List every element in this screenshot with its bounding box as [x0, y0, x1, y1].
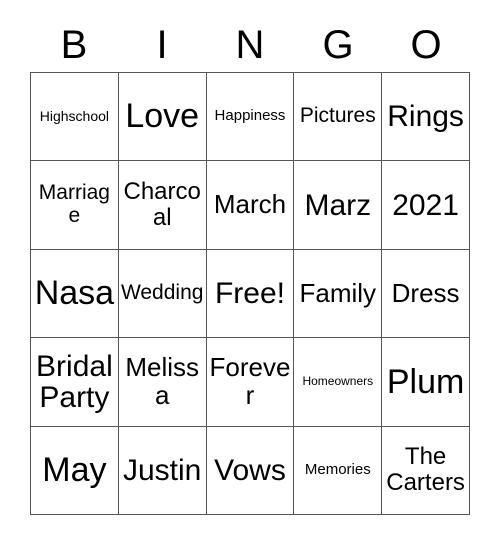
- bingo-cell[interactable]: Family: [294, 249, 383, 339]
- bingo-cell[interactable]: Justin: [118, 426, 207, 515]
- bingo-cell-label: Free!: [214, 276, 285, 310]
- bingo-cell[interactable]: Nasa: [31, 249, 119, 339]
- bingo-grid: Highschool Love Happiness Pictures Rings Marr…: [30, 72, 470, 515]
- bingo-cell-label: 2021: [392, 188, 459, 222]
- bingo-cell[interactable]: Marz: [294, 161, 383, 250]
- bingo-cell[interactable]: Marriage: [31, 161, 119, 250]
- bingo-cell-label: The Carters: [386, 443, 465, 497]
- bingo-cell-label: Nasa: [34, 274, 115, 313]
- bingo-cell-label: Bridal Party: [36, 349, 113, 414]
- bingo-cell-label: Justin: [123, 453, 202, 487]
- header-letter-n: N: [235, 23, 265, 67]
- bingo-cell-label: Wedding: [120, 281, 204, 305]
- header-letter-g: G: [322, 23, 354, 67]
- bingo-cell-label: Memories: [304, 461, 371, 479]
- bingo-cell-label: Happiness: [214, 107, 286, 125]
- bingo-cell[interactable]: Plum: [382, 338, 470, 427]
- bingo-cell[interactable]: Homeowners: [294, 338, 383, 427]
- bingo-cell-label: Homeowners: [302, 374, 374, 389]
- bingo-cell[interactable]: Melissa: [118, 338, 207, 427]
- bingo-header: B I N G O: [30, 18, 470, 72]
- header-letter-o: O: [410, 23, 442, 67]
- bingo-cell-label: Dress: [391, 277, 460, 308]
- bingo-cell-label: Plum: [386, 362, 465, 401]
- header-letter-i: I: [156, 23, 168, 67]
- bingo-card: B I N G O Highschool Love Happiness Picture…: [0, 0, 500, 544]
- bingo-cell[interactable]: Dress: [382, 249, 470, 339]
- header-letter-b: B: [60, 23, 88, 67]
- bingo-cell[interactable]: Charcoal: [118, 161, 207, 250]
- bingo-cell-label: Marz: [304, 188, 372, 222]
- bingo-cell[interactable]: Happiness: [206, 73, 295, 162]
- bingo-cell[interactable]: 2021: [382, 161, 470, 250]
- bingo-cell[interactable]: Memories: [294, 426, 383, 515]
- bingo-cell-label: Love: [125, 97, 200, 136]
- bingo-cell[interactable]: Pictures: [294, 73, 383, 162]
- bingo-cell[interactable]: Bridal Party: [31, 338, 119, 427]
- bingo-cell[interactable]: Love: [118, 73, 207, 162]
- bingo-cell-label: Rings: [387, 100, 464, 134]
- bingo-cell-label: Family: [299, 277, 377, 308]
- bingo-cell-label: Charcoal: [123, 178, 201, 232]
- bingo-cell[interactable]: Wedding: [118, 249, 207, 339]
- bingo-cell[interactable]: Highschool: [31, 73, 119, 162]
- bingo-cell[interactable]: May: [31, 426, 119, 515]
- bingo-cell-label: Forever: [209, 352, 291, 410]
- bingo-cell-label: March: [213, 189, 287, 220]
- bingo-cell-label: Pictures: [299, 104, 376, 128]
- bingo-cell[interactable]: Forever: [206, 338, 295, 427]
- bingo-cell-free[interactable]: Free!: [206, 249, 295, 339]
- bingo-cell[interactable]: March: [206, 161, 295, 250]
- bingo-cell-label: Melissa: [125, 352, 200, 410]
- bingo-cell[interactable]: The Carters: [382, 426, 470, 515]
- bingo-cell[interactable]: Rings: [382, 73, 470, 162]
- bingo-cell-label: Highschool: [39, 108, 110, 124]
- bingo-cell-label: Vows: [214, 453, 286, 487]
- bingo-cell[interactable]: Vows: [206, 426, 295, 515]
- bingo-cell-label: Marriage: [38, 181, 110, 228]
- bingo-cell-label: May: [42, 450, 107, 489]
